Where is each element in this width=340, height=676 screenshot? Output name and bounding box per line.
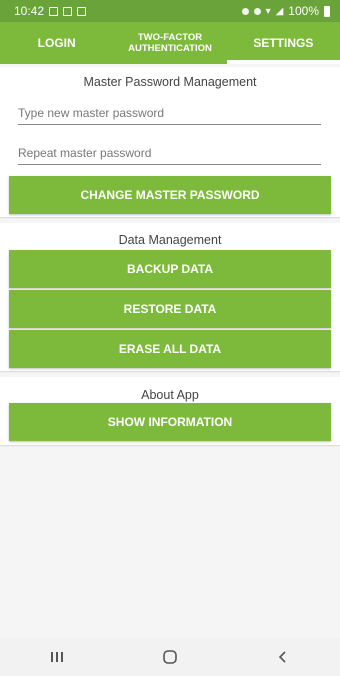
master-password-title: Master Password Management (83, 75, 257, 89)
erase-all-data-button[interactable]: ERASE ALL DATA (9, 330, 331, 368)
battery-icon (324, 5, 330, 17)
wifi-icon: ▾ (265, 5, 271, 17)
gallery-icon (49, 6, 59, 16)
tab-login[interactable]: LOGIN (0, 22, 113, 64)
master-password-card: Master Password Management CHANGE MASTER… (0, 67, 340, 217)
tab-settings[interactable]: SETTINGS (226, 22, 340, 64)
repeat-master-password-input[interactable] (18, 142, 321, 165)
system-nav-bar (0, 638, 340, 676)
status-left: 10:42 (14, 4, 87, 18)
clock: 10:42 (14, 4, 45, 18)
battery-percent: 100% (288, 4, 319, 18)
recent-apps-icon (50, 652, 63, 662)
tab-bar: LOGIN TWO-FACTOR AUTHENTICATION SETTINGS (0, 22, 340, 64)
data-management-card: Data Management BACKUP DATA RESTORE DATA… (0, 223, 340, 371)
home-icon (163, 650, 177, 664)
tab-two-factor-authentication[interactable]: TWO-FACTOR AUTHENTICATION (113, 22, 226, 64)
back-button[interactable] (263, 642, 303, 672)
home-button[interactable] (150, 642, 190, 672)
mute-icon (253, 7, 261, 15)
signal-icon: ◢ (275, 5, 284, 17)
about-app-title: About App (141, 388, 199, 402)
change-master-password-button[interactable]: CHANGE MASTER PASSWORD (9, 176, 331, 214)
recent-apps-button[interactable] (37, 642, 77, 672)
status-bar: 10:42 ▾ ◢ 100% (0, 0, 340, 22)
about-app-card: About App SHOW INFORMATION (0, 377, 340, 445)
show-information-button[interactable]: SHOW INFORMATION (9, 403, 331, 441)
new-master-password-input[interactable] (18, 102, 321, 125)
notification-icon (63, 6, 73, 16)
status-right: ▾ ◢ 100% (241, 4, 330, 18)
message-icon (77, 6, 87, 16)
alarm-icon (241, 7, 249, 15)
restore-data-button[interactable]: RESTORE DATA (9, 290, 331, 328)
back-icon (279, 651, 286, 663)
tab-two-factor-label: TWO-FACTOR AUTHENTICATION (128, 32, 212, 54)
data-management-title: Data Management (118, 233, 222, 247)
backup-data-button[interactable]: BACKUP DATA (9, 250, 331, 288)
